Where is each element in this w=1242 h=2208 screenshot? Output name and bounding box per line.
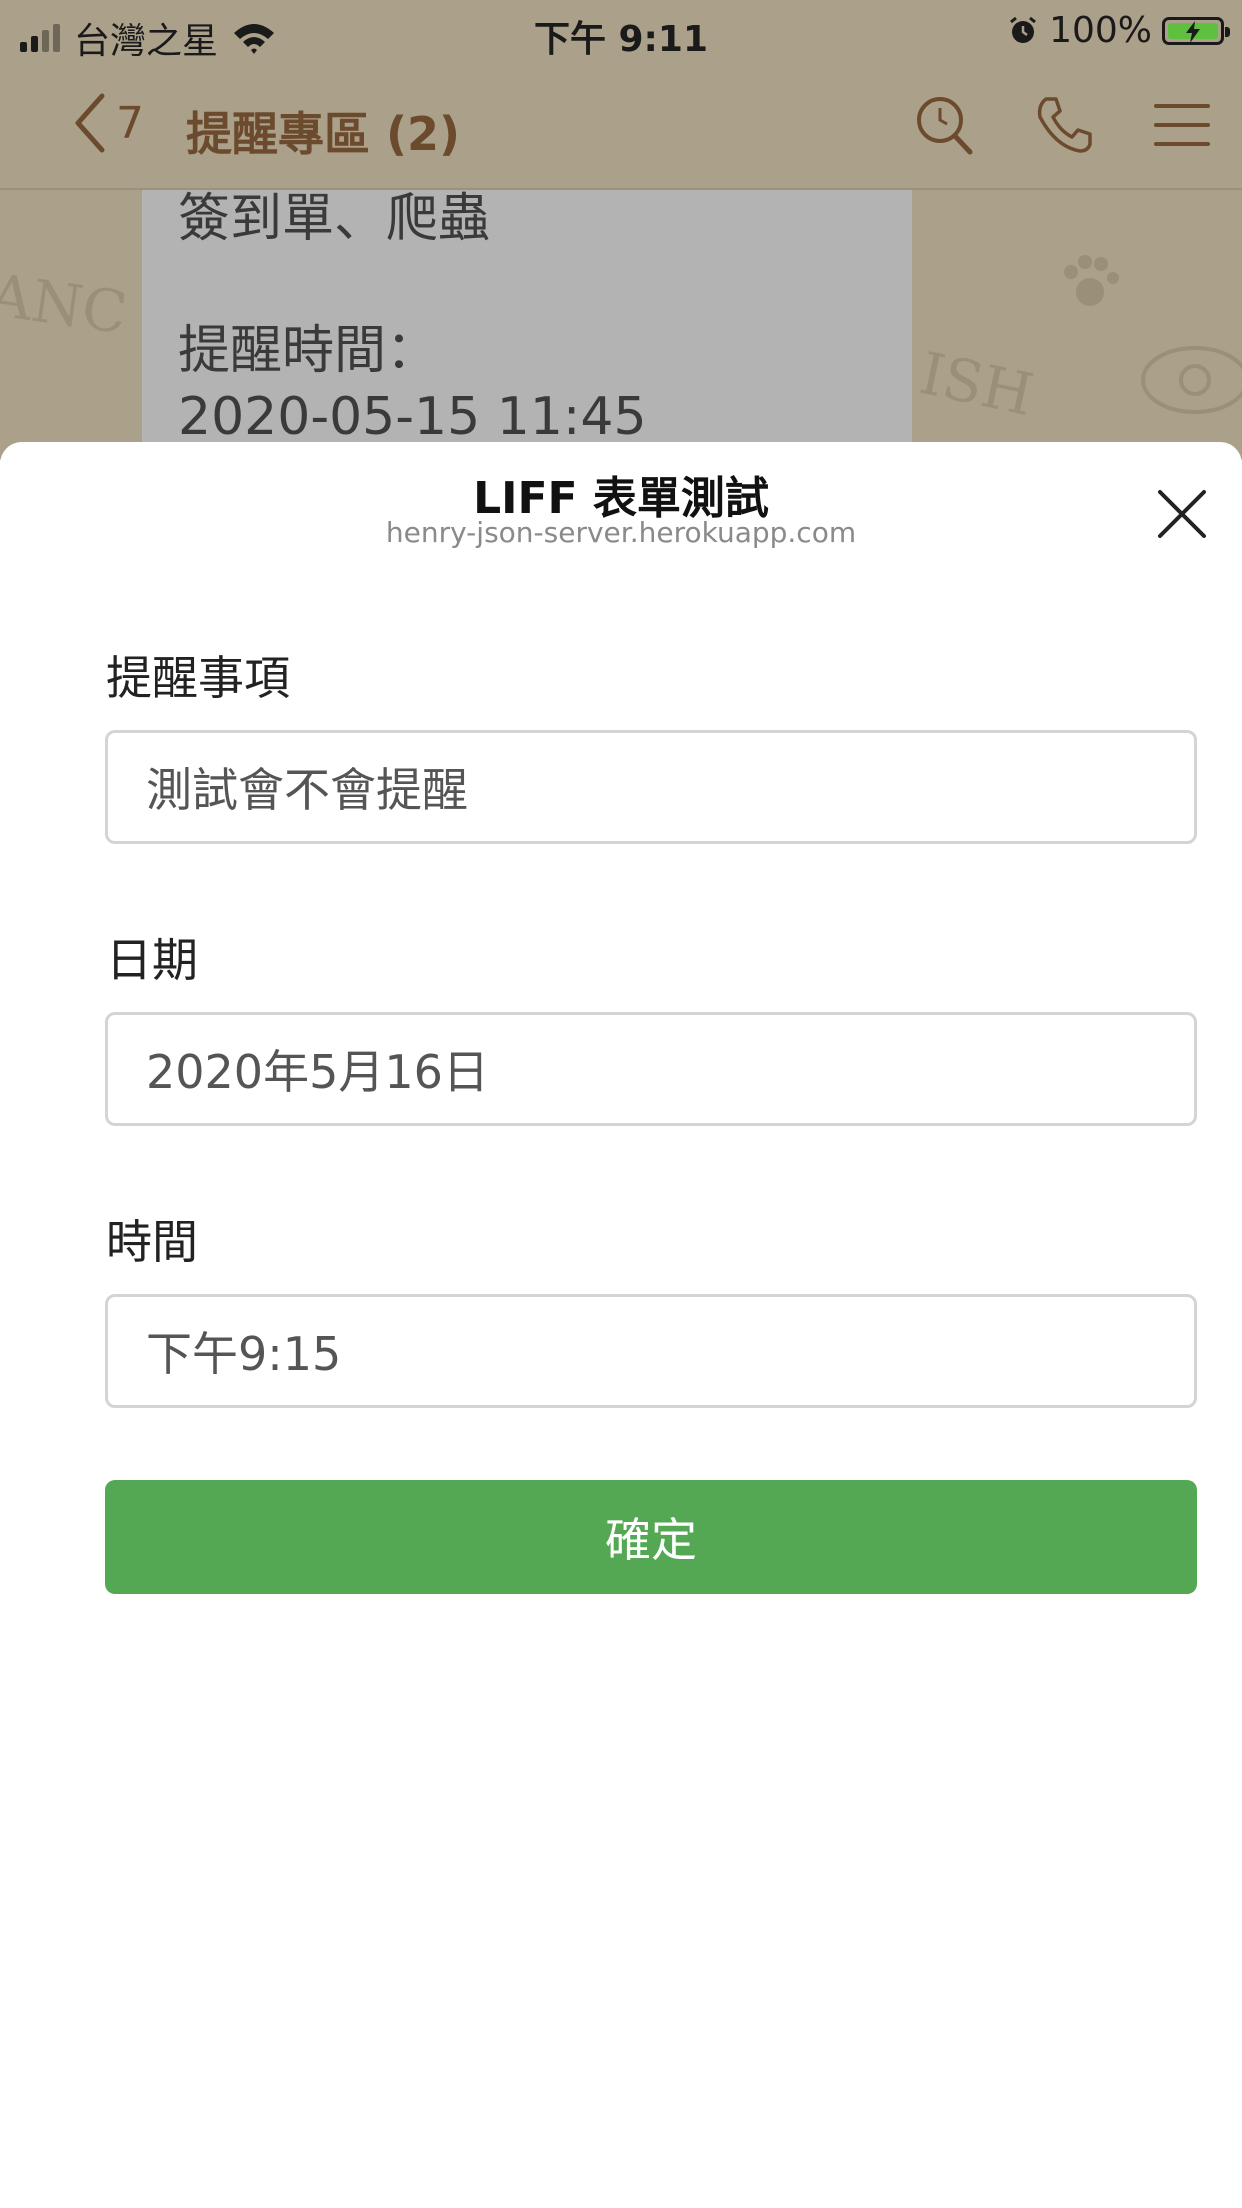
screen: ANC ISH 台灣之星 下午 9:11 100% 7 提醒專區 (2) 簽到單… (0, 0, 1242, 2208)
battery-charging-icon (1162, 16, 1230, 45)
header-actions (914, 94, 1210, 156)
message-line: 2020-05-15 11:45 (178, 387, 647, 447)
alarm-icon (1010, 16, 1037, 43)
close-icon[interactable] (1150, 482, 1214, 546)
date-input[interactable]: 2020年5月16日 (105, 1012, 1197, 1126)
chat-message-bubble: 簽到單、爬蟲 提醒時間： 2020-05-15 11:45 (142, 189, 912, 460)
background-decoration: ANC (0, 260, 132, 348)
reminder-item-input[interactable]: 測試會不會提醒 (105, 730, 1197, 844)
status-right: 100% (1007, 10, 1230, 51)
eye-decoration-icon (1141, 346, 1242, 414)
time-input[interactable]: 下午9:15 (105, 1294, 1197, 1408)
reminder-item-value: 測試會不會提醒 (146, 763, 468, 817)
back-chevron-icon (75, 93, 105, 153)
chat-background: ANC ISH 台灣之星 下午 9:11 100% 7 提醒專區 (2) 簽到單… (0, 0, 1242, 460)
reminder-item-label: 提醒事項 (106, 651, 290, 705)
sheet-url: henry-json-server.herokuapp.com (385, 516, 857, 549)
message-line: 提醒時間： (178, 321, 439, 381)
time-label: 時間 (106, 1215, 198, 1269)
time-value: 下午9:15 (146, 1327, 342, 1381)
status-bar: 台灣之星 下午 9:11 100% (0, 0, 1242, 62)
liff-sheet: LIFF 表單測試 henry-json-server.herokuapp.co… (0, 442, 1242, 2208)
date-value: 2020年5月16日 (146, 1045, 489, 1099)
submit-button[interactable]: 確定 (105, 1480, 1197, 1594)
phone-icon[interactable] (1034, 95, 1094, 155)
date-label: 日期 (106, 933, 198, 987)
background-decoration: ISH (914, 338, 1040, 430)
paw-decoration-icon (1064, 255, 1119, 306)
back-button[interactable]: 7 (72, 92, 144, 154)
search-icon[interactable] (914, 94, 974, 156)
back-count: 7 (116, 97, 144, 149)
message-line: 簽到單、爬蟲 (178, 189, 491, 249)
submit-label: 確定 (605, 1513, 697, 1567)
battery-percent: 100% (1049, 10, 1152, 51)
chat-header: 7 提醒專區 (2) (0, 62, 1242, 190)
chat-title: 提醒專區 (2) (186, 107, 461, 161)
menu-icon[interactable] (1154, 101, 1210, 149)
